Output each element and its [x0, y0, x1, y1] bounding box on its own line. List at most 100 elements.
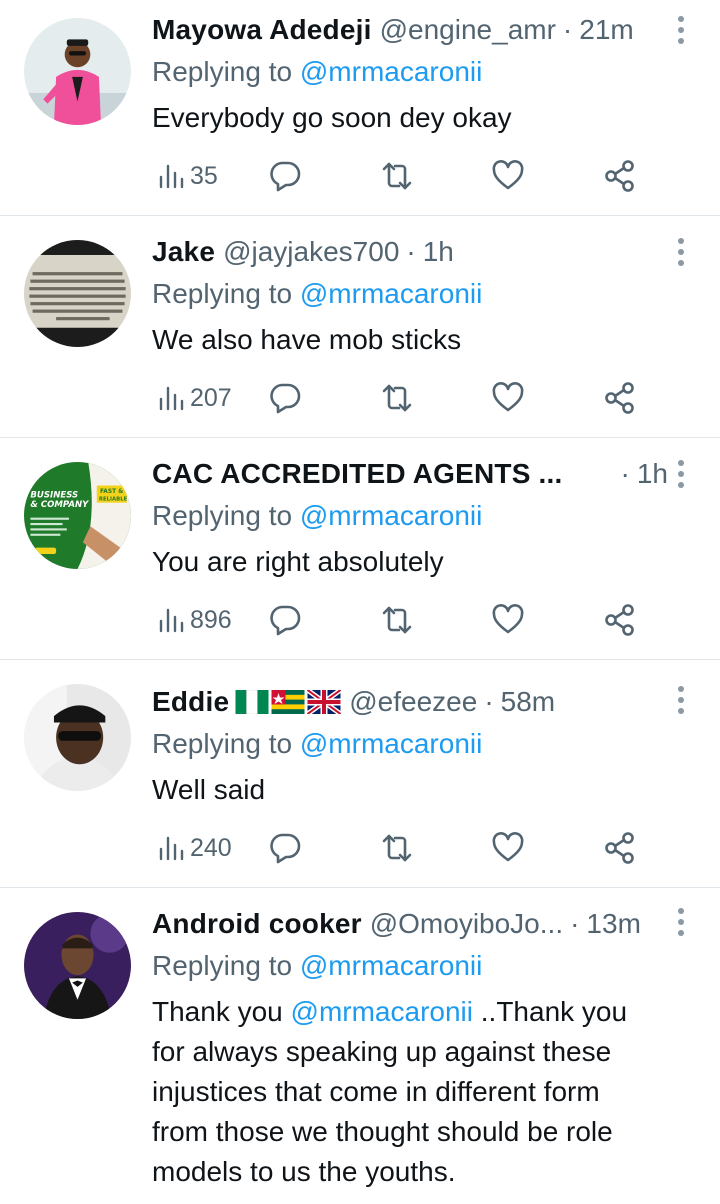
svg-text:FAST &: FAST & — [100, 489, 123, 495]
tweet-header: Jake @jayjakes700 · 1h — [152, 234, 668, 270]
views-button[interactable]: 896 — [158, 600, 232, 640]
reply-icon — [270, 383, 301, 414]
retweet-icon — [382, 606, 412, 634]
svg-text:RELIABLE: RELIABLE — [99, 497, 128, 503]
like-button[interactable] — [491, 828, 525, 868]
reply-button[interactable] — [268, 828, 302, 868]
share-button[interactable] — [603, 156, 637, 196]
retweet-button[interactable] — [380, 378, 414, 418]
like-button[interactable] — [491, 378, 525, 418]
separator-dot: · — [406, 236, 416, 267]
user-handle[interactable]: @jayjakes700 — [223, 236, 399, 268]
nigeria-flag-icon — [235, 690, 269, 714]
timestamp[interactable]: 1h — [637, 458, 668, 490]
more-vertical-icon[interactable] — [676, 458, 686, 492]
share-button[interactable] — [603, 378, 637, 418]
retweet-button[interactable] — [380, 156, 414, 196]
share-icon — [605, 160, 634, 192]
like-button[interactable] — [491, 156, 525, 196]
tweet-header: CAC ACCREDITED AGENTS ... · 1h — [152, 456, 668, 492]
avatar[interactable] — [24, 912, 131, 1019]
display-name[interactable]: Jake — [152, 236, 215, 268]
reply-icon — [270, 833, 301, 864]
display-name[interactable]: Android cooker — [152, 908, 362, 940]
user-handle[interactable]: @efeezee — [349, 686, 477, 718]
display-name[interactable]: CAC ACCREDITED AGENTS ... — [152, 458, 563, 490]
tweet-item[interactable]: Mayowa Adedeji @engine_amr · 21m Replyin… — [0, 0, 720, 216]
more-vertical-icon[interactable] — [676, 236, 686, 270]
user-handle[interactable]: @engine_amr — [380, 14, 556, 46]
avatar[interactable] — [24, 18, 131, 125]
reply-button[interactable] — [268, 378, 302, 418]
tweet-text-prefix: Thank you — [152, 996, 283, 1027]
timestamp[interactable]: 1h — [423, 236, 454, 268]
share-icon — [605, 382, 634, 414]
reply-icon — [270, 161, 301, 192]
replying-to: Replying to @mrmacaronii — [152, 500, 482, 532]
mention-link[interactable]: @mrmacaronii — [300, 728, 482, 759]
views-button[interactable]: 207 — [158, 378, 232, 418]
tweet-header: Mayowa Adedeji @engine_amr · 21m — [152, 12, 668, 48]
replying-to: Replying to @mrmacaronii — [152, 950, 482, 982]
togo-flag-icon — [271, 690, 305, 714]
user-handle[interactable]: @OmoyiboJo... — [370, 908, 563, 940]
display-name[interactable]: Mayowa Adedeji — [152, 14, 372, 46]
uk-flag-icon — [307, 690, 342, 714]
tweet-actions: 240 — [152, 828, 642, 868]
avatar[interactable]: BUSINESS & COMPANY FAST & RELIABLE — [24, 462, 131, 569]
retweet-icon — [382, 162, 412, 190]
tweet-text-line: from those we thought should be role — [152, 1116, 613, 1147]
tweet-item[interactable]: Eddie @efeezee · 58m Replying to @mrmaca… — [0, 660, 720, 888]
retweet-icon — [382, 834, 412, 862]
like-button[interactable] — [491, 600, 525, 640]
avatar[interactable] — [24, 240, 131, 347]
svg-text:BUSINESS: BUSINESS — [30, 490, 78, 500]
separator-dot: · — [484, 686, 494, 717]
tweet-header: Android cooker @OmoyiboJo... · 13m — [152, 906, 668, 942]
timestamp[interactable]: 58m — [501, 686, 555, 718]
share-button[interactable] — [603, 828, 637, 868]
tweet-item[interactable]: BUSINESS & COMPANY FAST & RELIABLE CAC A… — [0, 438, 720, 660]
views-count: 35 — [190, 161, 218, 190]
tweet-text-line: injustices that come in different form — [152, 1076, 600, 1107]
views-icon — [159, 164, 184, 189]
mention-link[interactable]: @mrmacaronii — [291, 996, 473, 1027]
avatar[interactable] — [24, 684, 131, 791]
retweet-icon — [382, 384, 412, 412]
mention-link[interactable]: @mrmacaronii — [300, 500, 482, 531]
reply-button[interactable] — [268, 600, 302, 640]
mention-link[interactable]: @mrmacaronii — [300, 278, 482, 309]
mention-link[interactable]: @mrmacaronii — [300, 950, 482, 981]
separator-dot: · — [570, 908, 580, 939]
reply-icon — [270, 605, 301, 636]
like-icon — [492, 604, 524, 634]
tweet-text: Everybody go soon dey okay — [152, 102, 512, 133]
tweet-item[interactable]: Jake @jayjakes700 · 1h Replying to @mrma… — [0, 216, 720, 438]
svg-text:& COMPANY: & COMPANY — [30, 500, 89, 510]
tweet-item[interactable]: Android cooker @OmoyiboJo... · 13m Reply… — [0, 888, 720, 1204]
reply-button[interactable] — [268, 156, 302, 196]
more-vertical-icon[interactable] — [676, 906, 686, 940]
flag-emojis — [235, 690, 342, 714]
share-button[interactable] — [603, 600, 637, 640]
more-vertical-icon[interactable] — [676, 14, 686, 48]
views-button[interactable]: 240 — [158, 828, 232, 868]
mention-link[interactable]: @mrmacaronii — [300, 56, 482, 87]
tweet-text-line: for always speaking up against these — [152, 1036, 612, 1067]
tweet-text: Thank you @mrmacaronii ..Thank you for a… — [152, 992, 692, 1192]
replying-label: Replying to — [152, 728, 293, 759]
views-button[interactable]: 35 — [158, 156, 218, 196]
retweet-button[interactable] — [380, 600, 414, 640]
share-icon — [605, 604, 634, 636]
replying-to: Replying to @mrmacaronii — [152, 728, 482, 760]
timestamp[interactable]: 21m — [579, 14, 633, 46]
separator-dot: · — [562, 14, 573, 45]
tweet-actions: 35 — [152, 156, 642, 196]
more-vertical-icon[interactable] — [676, 684, 686, 718]
tweet-header: Eddie @efeezee · 58m — [152, 684, 668, 720]
timestamp[interactable]: 13m — [586, 908, 640, 940]
retweet-button[interactable] — [380, 828, 414, 868]
display-name[interactable]: Eddie — [152, 686, 229, 718]
tweet-text: You are right absolutely — [152, 546, 444, 577]
tweet-text: We also have mob sticks — [152, 324, 462, 355]
